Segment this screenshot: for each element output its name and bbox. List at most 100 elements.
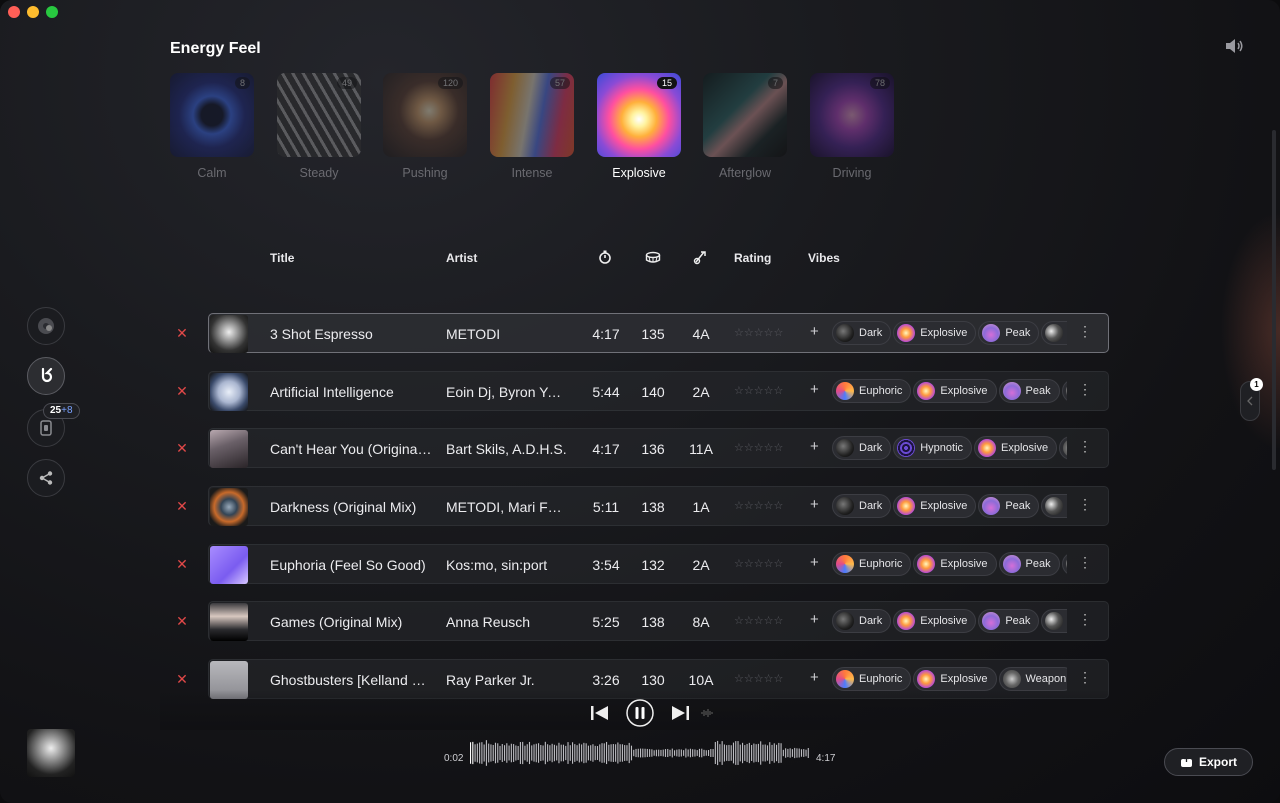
rail-vinyl-button[interactable] [27,307,65,345]
column-header-artist[interactable]: Artist [446,251,477,265]
add-vibe-button[interactable]: + [810,554,819,571]
remove-track-button[interactable]: ✕ [175,671,189,688]
more-options-icon[interactable]: ⋮ [1078,438,1092,455]
track-row[interactable]: Euphoria (Feel So Good) Kos:mo, sin:port… [208,544,1109,584]
previous-track-button[interactable] [590,703,609,723]
rating-stars[interactable]: ☆☆☆☆☆ [734,441,783,454]
energy-card-calm[interactable]: 8 Calm [170,73,254,180]
vibe-tag[interactable]: Peak [998,552,1060,576]
now-playing-artwork[interactable] [27,729,75,777]
remove-track-button[interactable]: ✕ [175,440,189,457]
column-header-title[interactable]: Title [270,251,294,265]
vibe-tag[interactable]: Hypnotic [893,436,973,460]
rating-stars[interactable]: ☆☆☆☆☆ [734,384,783,397]
vibe-tag[interactable]: Euphoric [832,667,912,691]
duration-stopwatch-icon[interactable] [598,250,612,264]
vibe-tag[interactable] [1059,436,1067,460]
add-vibe-button[interactable]: + [810,381,819,398]
energy-card-driving[interactable]: 78 Driving [810,73,894,180]
volume-icon[interactable] [1224,38,1244,54]
moon-vibe-icon [1065,382,1067,400]
vibe-tag[interactable]: Dark [832,609,892,633]
vibe-tag[interactable]: Peak [978,609,1040,633]
vibe-tag[interactable]: Peak [978,494,1040,518]
afterglow-artwork: 7 [703,73,787,157]
vibe-label: Euphoric [859,673,903,685]
vibe-tag[interactable]: Explosive [913,379,997,403]
vibe-tag[interactable]: Dark [832,321,892,345]
track-title: Euphoria (Feel So Good) [270,557,426,573]
remove-track-button[interactable]: ✕ [175,498,189,515]
vibe-tag[interactable]: Peak [978,321,1040,345]
minimize-window-button[interactable] [27,6,39,18]
energy-card-intense[interactable]: 57 Intense [490,73,574,180]
more-options-icon[interactable]: ⋮ [1078,669,1092,686]
key-note-icon[interactable] [692,249,708,265]
energy-card-steady[interactable]: 49 Steady [277,73,361,180]
add-vibe-button[interactable]: + [810,323,819,340]
more-options-icon[interactable]: ⋮ [1078,554,1092,571]
more-options-icon[interactable]: ⋮ [1078,611,1092,628]
vibe-tag[interactable]: Dark [832,494,892,518]
more-options-icon[interactable]: ⋮ [1078,381,1092,398]
scrollbar[interactable] [1272,130,1276,470]
track-row[interactable]: Can't Hear You (Original… Bart Skils, A.… [208,428,1109,468]
next-track-button[interactable] [671,703,690,723]
track-row[interactable]: 3 Shot Espresso METODI 4:17 135 4A ☆☆☆☆☆… [208,313,1109,353]
energy-card-explosive[interactable]: 15 Explosive [597,73,681,180]
track-bpm: 132 [641,557,665,573]
vibe-tag[interactable] [1061,379,1067,403]
device-icon [40,420,52,436]
vibe-tag[interactable]: Peak [998,379,1060,403]
more-options-icon[interactable]: ⋮ [1078,323,1092,340]
rating-stars[interactable]: ☆☆☆☆☆ [734,326,783,339]
add-vibe-button[interactable]: + [810,496,819,513]
zoom-window-button[interactable] [46,6,58,18]
vibe-tag[interactable] [1061,552,1067,576]
rating-stars[interactable]: ☆☆☆☆☆ [734,499,783,512]
rating-stars[interactable]: ☆☆☆☆☆ [734,614,783,627]
add-vibe-button[interactable]: + [810,669,819,686]
export-button[interactable]: Export [1164,748,1253,776]
rail-share-button[interactable] [27,459,65,497]
vibe-tag[interactable]: Explosive [893,609,977,633]
bpm-drum-icon[interactable] [645,250,661,264]
track-row[interactable]: Darkness (Original Mix) METODI, Mari Fe…… [208,486,1109,526]
vibe-tag[interactable]: Euphoric [832,379,912,403]
card-label: Intense [511,166,553,180]
remove-track-button[interactable]: ✕ [175,613,189,630]
vibe-tag[interactable]: M [1041,494,1067,518]
rating-stars[interactable]: ☆☆☆☆☆ [734,557,783,570]
pause-button[interactable] [626,699,654,727]
card-count: 120 [437,77,463,89]
waveform-scrubber[interactable] [470,737,810,769]
column-header-vibes[interactable]: Vibes [808,251,840,265]
add-vibe-button[interactable]: + [810,438,819,455]
close-window-button[interactable] [8,6,20,18]
column-header-rating[interactable]: Rating [734,251,771,265]
vibe-tag[interactable]: M [1041,609,1067,633]
remove-track-button[interactable]: ✕ [175,383,189,400]
add-vibe-button[interactable]: + [810,611,819,628]
vibe-tag[interactable]: M [1041,321,1067,345]
rating-stars[interactable]: ☆☆☆☆☆ [734,672,783,685]
waveform-toggle-icon[interactable] [701,707,713,719]
remove-track-button[interactable]: ✕ [175,556,189,573]
vibe-tag[interactable]: Explosive [913,667,997,691]
vibe-tag[interactable]: Explosive [974,436,1058,460]
energy-card-afterglow[interactable]: 7 Afterglow [703,73,787,180]
energy-card-pushing[interactable]: 120 Pushing [383,73,467,180]
vibe-label: Euphoric [859,385,903,397]
vibe-tag[interactable]: Explosive [893,494,977,518]
more-options-icon[interactable]: ⋮ [1078,496,1092,513]
remove-track-button[interactable]: ✕ [175,325,189,342]
rail-beatport-button[interactable] [27,357,65,395]
track-duration: 3:54 [592,557,620,573]
track-row[interactable]: Games (Original Mix) Anna Reusch 5:25 13… [208,601,1109,641]
vibe-tag[interactable]: Euphoric [832,552,912,576]
vibe-tag[interactable]: Weapon [998,667,1067,691]
vibe-tag[interactable]: Explosive [893,321,977,345]
vibe-tag[interactable]: Dark [832,436,892,460]
vibe-tag[interactable]: Explosive [913,552,997,576]
track-row[interactable]: Artificial Intelligence Eoin Dj, Byron Y… [208,371,1109,411]
